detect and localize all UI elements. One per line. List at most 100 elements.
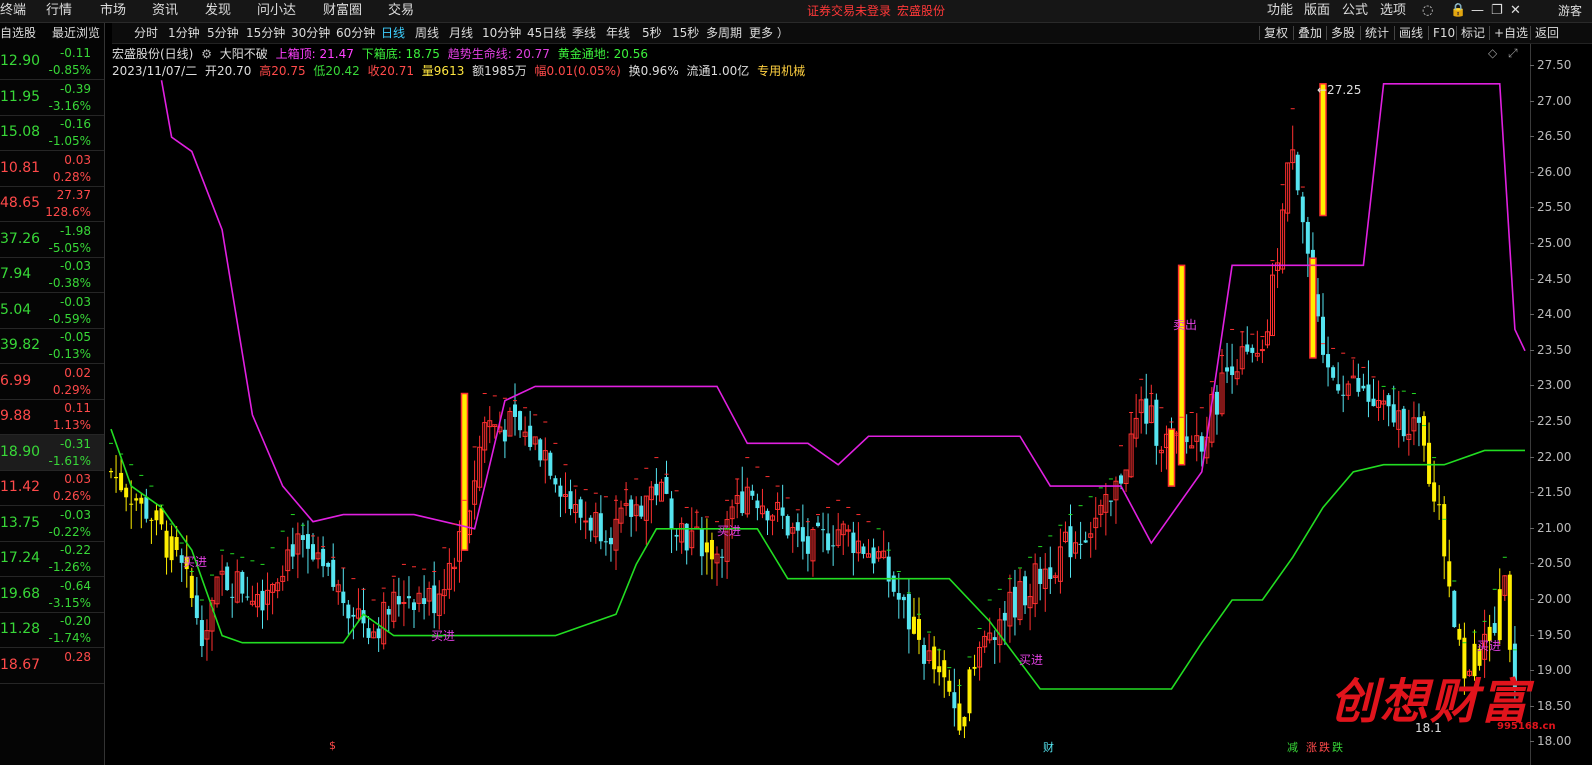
tab-timeshare[interactable]: 分时 xyxy=(134,23,158,43)
service-icon[interactable]: ◌ xyxy=(1422,2,1433,20)
candle-body xyxy=(664,476,669,494)
watchlist-panel: 自选股 最近浏览 12.90 -0.11 -0.85% 11.95 -0.39 -3.16… xyxy=(0,23,105,765)
menu-wealth-circle[interactable]: 财富圈 xyxy=(323,0,362,22)
watchlist-row[interactable]: 13.75 -0.03 -0.22% xyxy=(0,506,104,542)
watchlist-row[interactable]: 37.26 -1.98 -5.05% xyxy=(0,222,104,258)
candle-body xyxy=(1245,344,1250,352)
mark-button[interactable]: 标记 xyxy=(1461,23,1485,43)
candle-body xyxy=(346,604,351,619)
watchlist-row[interactable]: 9.88 0.11 1.13% xyxy=(0,399,104,435)
tab-quarterly[interactable]: 季线 xyxy=(572,23,596,43)
login-notice[interactable]: 证券交易未登录 xyxy=(807,0,891,22)
candle-body xyxy=(1507,574,1512,650)
tab-15sec[interactable]: 15秒 xyxy=(672,23,699,43)
candle-body xyxy=(300,535,305,540)
tab-daily[interactable]: 日线 xyxy=(381,23,405,43)
adjust-button[interactable]: 复权 xyxy=(1264,23,1288,43)
tab-watchlist[interactable]: 自选股 xyxy=(0,23,36,43)
tab-30min[interactable]: 30分钟 xyxy=(291,23,330,43)
watchlist-row[interactable]: 17.24 -0.22 -1.26% xyxy=(0,541,104,577)
back-button[interactable]: 返回 xyxy=(1535,23,1559,43)
tab-more[interactable]: 更多 ） xyxy=(749,23,789,43)
tab-monthly[interactable]: 月线 xyxy=(449,23,473,43)
watchlist-row[interactable]: 15.08 -0.16 -1.05% xyxy=(0,115,104,151)
watchlist-row[interactable]: 48.65 27.37 128.6% xyxy=(0,186,104,222)
tab-60min[interactable]: 60分钟 xyxy=(336,23,375,43)
candle-body xyxy=(1154,399,1159,446)
row-change: -0.20 xyxy=(59,614,91,628)
row-price: 6.99 xyxy=(0,372,32,389)
menu-formula[interactable]: 公式 xyxy=(1342,0,1368,22)
watchlist-row[interactable]: 19.68 -0.64 -3.15% xyxy=(0,577,104,613)
add-watchlist-button[interactable]: +自选 xyxy=(1494,23,1528,43)
watchlist-row[interactable]: 6.99 0.02 0.29% xyxy=(0,364,104,400)
close-icon[interactable]: ✕ xyxy=(1510,2,1521,20)
candle-body xyxy=(149,519,154,521)
candle-body xyxy=(1002,612,1007,621)
row-change: 27.37 xyxy=(56,188,91,202)
row-change: 0.11 xyxy=(64,401,91,415)
row-change: -0.03 xyxy=(59,259,91,273)
menu-discover[interactable]: 发现 xyxy=(205,0,231,22)
candle-body xyxy=(740,491,745,514)
tab-5sec[interactable]: 5秒 xyxy=(642,23,662,43)
tab-multi-period[interactable]: 多周期 xyxy=(706,23,742,43)
watchlist-row[interactable]: 7.94 -0.03 -0.38% xyxy=(0,257,104,293)
watchlist-row[interactable]: 12.90 -0.11 -0.85% xyxy=(0,44,104,80)
row-percent: 0.29% xyxy=(52,382,91,397)
candlestick-chart[interactable]: 买进买进买进买进买进卖出←27.2518.1 xyxy=(105,44,1530,765)
candle-body xyxy=(967,669,972,714)
tab-recent[interactable]: 最近浏览 xyxy=(52,23,100,43)
tab-yearly[interactable]: 年线 xyxy=(606,23,630,43)
candle-body xyxy=(598,513,603,542)
tab-weekly[interactable]: 周线 xyxy=(415,23,439,43)
multi-stock-button[interactable]: 多股 xyxy=(1331,23,1355,43)
menu-market[interactable]: 市场 xyxy=(100,0,126,22)
signal-candle xyxy=(1309,257,1317,359)
f10-button[interactable]: F10 xyxy=(1433,23,1455,43)
tab-45day[interactable]: 45日线 xyxy=(527,23,566,43)
watchlist-row[interactable]: 11.95 -0.39 -3.16% xyxy=(0,80,104,116)
signal-candle xyxy=(1167,428,1176,487)
menu-layout[interactable]: 版面 xyxy=(1304,0,1330,22)
menu-function[interactable]: 功能 xyxy=(1267,0,1293,22)
tab-15min[interactable]: 15分钟 xyxy=(246,23,285,43)
user-label[interactable]: 游客 xyxy=(1558,2,1582,20)
row-price: 18.67 xyxy=(0,656,41,673)
candle-body xyxy=(290,544,295,557)
candle-body xyxy=(351,614,356,617)
watchlist-row[interactable]: 11.42 0.03 0.26% xyxy=(0,470,104,506)
statistics-button[interactable]: 统计 xyxy=(1365,23,1389,43)
draw-line-button[interactable]: 画线 xyxy=(1399,23,1423,43)
tab-10min[interactable]: 10分钟 xyxy=(482,23,521,43)
lock-icon[interactable]: 🔒 xyxy=(1450,2,1466,20)
menu-trade[interactable]: 交易 xyxy=(388,0,414,22)
restore-icon[interactable]: ❐ xyxy=(1491,2,1503,20)
tab-1min[interactable]: 1分钟 xyxy=(168,23,200,43)
candle-body xyxy=(906,594,911,630)
candle-body xyxy=(639,505,644,517)
watchlist-row[interactable]: 10.81 0.03 0.28% xyxy=(0,151,104,187)
minimize-icon[interactable]: — xyxy=(1471,2,1484,20)
overlay-button[interactable]: 叠加 xyxy=(1298,23,1322,43)
candle-body xyxy=(1356,378,1361,392)
candle-body xyxy=(684,523,689,551)
menu-options[interactable]: 选项 xyxy=(1380,0,1406,22)
candle-body xyxy=(139,497,144,504)
watchlist-row[interactable]: 5.04 -0.03 -0.59% xyxy=(0,293,104,329)
candle-body xyxy=(1199,436,1204,452)
menu-quotes[interactable]: 行情 xyxy=(46,0,72,22)
watchlist-row[interactable]: 11.28 -0.20 -1.74% xyxy=(0,612,104,648)
candle-body xyxy=(1427,442,1432,484)
menu-wenxiaoda[interactable]: 问小达 xyxy=(257,0,296,22)
row-price: 39.82 xyxy=(0,337,41,353)
menu-news[interactable]: 资讯 xyxy=(152,0,178,22)
tab-5min[interactable]: 5分钟 xyxy=(207,23,239,43)
watchlist-row[interactable]: 39.82 -0.05 -0.13% xyxy=(0,328,104,364)
candle-body xyxy=(608,537,613,545)
candle-body xyxy=(780,507,785,516)
watchlist-row[interactable]: 18.67 0.28 xyxy=(0,648,104,684)
row-price: 15.08 xyxy=(0,124,41,140)
menu-terminal[interactable]: 终端 xyxy=(0,0,26,22)
watchlist-row[interactable]: 18.90 -0.31 -1.61% xyxy=(0,434,104,471)
